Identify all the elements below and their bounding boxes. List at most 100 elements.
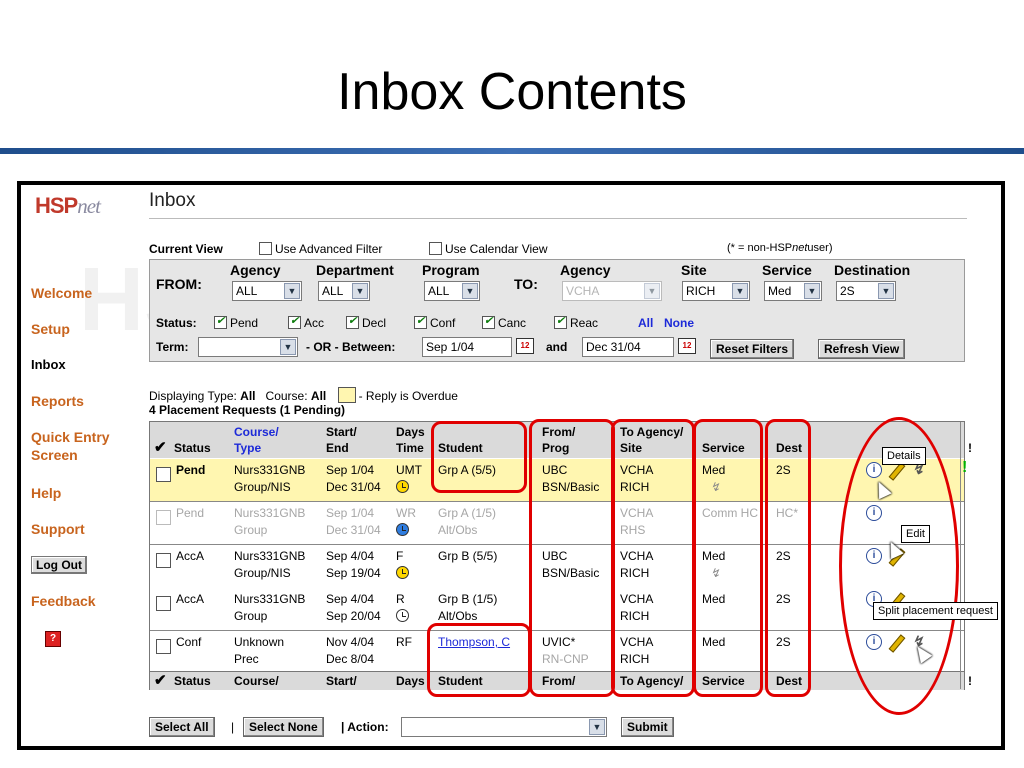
site-select-value: RICH — [686, 284, 716, 298]
nav-reports[interactable]: Reports — [31, 393, 84, 409]
footer-status[interactable]: Status — [174, 674, 211, 689]
nav-inbox[interactable]: Inbox — [31, 357, 66, 372]
to-agency-label: Agency — [560, 262, 611, 278]
row-status: AccA — [176, 592, 205, 606]
site-select[interactable]: RICH ▼ — [682, 281, 750, 301]
flag-column-divider — [960, 422, 961, 689]
and-label: and — [546, 340, 568, 354]
overdue-legend-swatch — [337, 387, 356, 403]
term-select[interactable]: ▼ — [198, 337, 298, 357]
status-none-link[interactable]: None — [664, 316, 694, 330]
status-pend-option[interactable]: Pend — [214, 314, 258, 330]
nav-welcome[interactable]: Welcome — [31, 285, 92, 301]
status-conf-option[interactable]: Conf — [414, 314, 455, 330]
status-pend-checkbox[interactable] — [214, 314, 227, 329]
footer-course[interactable]: Course/ — [234, 674, 279, 689]
destination-label: Destination — [834, 262, 911, 278]
header-status[interactable]: Status — [174, 441, 211, 456]
feedback-icon[interactable]: ? — [45, 631, 61, 647]
status-acc-option[interactable]: Acc — [288, 314, 324, 330]
displaying-type-value: All — [240, 389, 256, 403]
start-date-input[interactable]: Sep 1/04 — [422, 337, 512, 357]
calendar-view-option[interactable]: Use Calendar View — [429, 242, 548, 256]
department-select[interactable]: ALL ▼ — [318, 281, 370, 301]
row-checkbox[interactable] — [156, 553, 171, 568]
nav-help[interactable]: Help — [31, 485, 61, 501]
overdue-flag-icon: ! — [962, 459, 968, 476]
action-select[interactable]: ▼ — [401, 717, 607, 737]
app-frame: HS HSPnet Welcome Setup Inbox Reports Qu… — [17, 181, 1005, 750]
status-canc-checkbox[interactable] — [482, 314, 495, 329]
inbox-divider — [149, 218, 967, 219]
chevron-down-icon: ▼ — [732, 283, 748, 299]
nav-setup[interactable]: Setup — [31, 321, 70, 337]
nav-feedback[interactable]: Feedback — [31, 593, 96, 609]
calendar-view-label: Use Calendar View — [445, 242, 548, 256]
row-checkbox[interactable] — [156, 467, 171, 482]
row-checkbox[interactable] — [156, 510, 171, 525]
status-decl-checkbox[interactable] — [346, 314, 359, 329]
status-reac-option[interactable]: Reac — [554, 314, 598, 330]
header-course[interactable]: Course/ — [234, 425, 279, 440]
details-callout: Details — [882, 447, 926, 465]
calendar-icon[interactable]: 12 — [678, 338, 696, 354]
row-days: WR — [396, 506, 416, 520]
service-select[interactable]: Med ▼ — [764, 281, 822, 301]
row-type: Prec — [234, 652, 259, 666]
submit-button[interactable]: Submit — [621, 717, 674, 737]
agency-select[interactable]: ALL ▼ — [232, 281, 302, 301]
logo-net-text: net — [77, 194, 101, 218]
row-checkbox[interactable] — [156, 639, 171, 654]
row-student: Grp B (5/5) — [438, 549, 498, 563]
row-type: Group — [234, 523, 268, 537]
status-decl-option[interactable]: Decl — [346, 314, 386, 330]
destination-select[interactable]: 2S ▼ — [836, 281, 896, 301]
row-end: Dec 8/04 — [326, 652, 375, 666]
status-reac-checkbox[interactable] — [554, 314, 567, 329]
site-label: Site — [681, 262, 707, 278]
status-all-link[interactable]: All — [638, 316, 653, 330]
check-column-icon: ✔ — [154, 439, 167, 456]
nav-quick-entry-screen[interactable]: Screen — [31, 447, 78, 463]
filter-panel: Agency Department Program Agency Site Se… — [149, 259, 965, 362]
select-none-button[interactable]: Select None — [243, 717, 324, 737]
hspnet-logo[interactable]: HSPnet — [35, 193, 101, 219]
row-days: R — [396, 592, 405, 606]
header-time: Time — [396, 441, 424, 455]
split-callout: Split placement request — [873, 602, 998, 620]
nav-quick-entry[interactable]: Quick Entry — [31, 429, 110, 445]
advanced-filter-checkbox[interactable] — [259, 242, 272, 255]
row-course: Nurs331GNB — [234, 506, 306, 520]
row-course: Nurs331GNB — [234, 463, 306, 477]
nav-support[interactable]: Support — [31, 521, 85, 537]
edit-callout: Edit — [901, 525, 930, 543]
logout-button[interactable]: Log Out — [31, 556, 87, 574]
calendar-icon[interactable]: 12 — [516, 338, 534, 354]
reset-filters-button[interactable]: Reset Filters — [710, 339, 795, 359]
status-acc-checkbox[interactable] — [288, 314, 301, 329]
term-label: Term: — [156, 340, 189, 354]
calendar-view-checkbox[interactable] — [429, 242, 442, 255]
separator: | — [231, 720, 235, 734]
footer-start: Start/ — [326, 674, 357, 688]
row-start: Sep 1/04 — [326, 506, 375, 520]
row-checkbox[interactable] — [156, 596, 171, 611]
display-summary: Displaying Type: All Course: All - Reply… — [149, 387, 458, 403]
status-conf-checkbox[interactable] — [414, 314, 427, 329]
to-agency-select[interactable]: VCHA ▼ — [562, 281, 662, 301]
agency-label: Agency — [230, 262, 281, 278]
refresh-view-button[interactable]: Refresh View — [818, 339, 906, 359]
service-highlight-oval — [693, 419, 763, 697]
end-date-input[interactable]: Dec 31/04 — [582, 337, 674, 357]
row-days: UMT — [396, 463, 422, 477]
service-label: Service — [762, 262, 812, 278]
header-type[interactable]: Type — [234, 441, 261, 456]
to-label: TO: — [514, 276, 538, 292]
advanced-filter-option[interactable]: Use Advanced Filter — [259, 242, 382, 256]
status-canc-option[interactable]: Canc — [482, 314, 526, 330]
agency-select-value: ALL — [236, 284, 258, 298]
chevron-down-icon: ▼ — [644, 283, 660, 299]
program-select[interactable]: ALL ▼ — [424, 281, 480, 301]
select-all-button[interactable]: Select All — [149, 717, 215, 737]
chevron-down-icon: ▼ — [804, 283, 820, 299]
